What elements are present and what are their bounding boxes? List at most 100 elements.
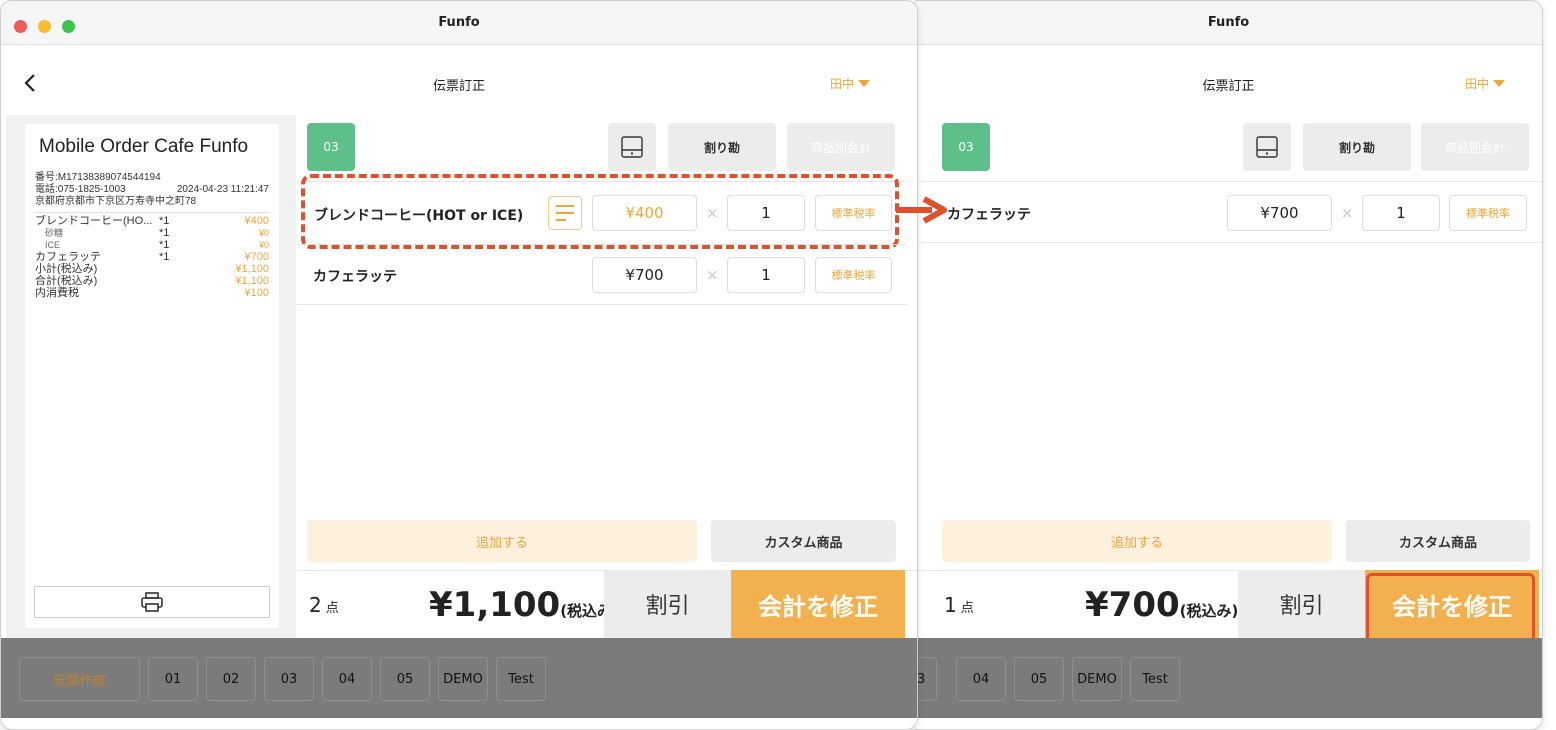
ticket-number-badge: 03 xyxy=(307,123,355,171)
cash-drawer-icon xyxy=(1256,136,1278,158)
printer-icon xyxy=(141,592,163,612)
zoom-window-button[interactable] xyxy=(62,20,75,33)
screen-header: 伝票訂正 田中 xyxy=(915,45,1542,115)
cash-drawer-button[interactable] xyxy=(1243,123,1291,171)
tab-ticket-05[interactable]: 05 xyxy=(1014,657,1064,701)
title-bar: Funfo xyxy=(1,1,917,45)
custom-item-button[interactable]: カスタム商品 xyxy=(1346,520,1530,562)
order-item-quantity[interactable]: 1 xyxy=(1362,195,1440,231)
tax-rate-button[interactable]: 標準税率 xyxy=(1449,195,1527,231)
tab-ticket-04[interactable]: 04 xyxy=(322,657,372,701)
tab-ticket-demo[interactable]: DEMO xyxy=(1072,657,1122,701)
tab-ticket-test[interactable]: Test xyxy=(1130,657,1180,701)
order-item-price[interactable]: ¥700 xyxy=(592,257,697,293)
divider xyxy=(915,181,1542,182)
order-total: ¥1,100(税込み) xyxy=(429,585,619,625)
receipt-option: ICE *1 ¥0 xyxy=(35,239,269,251)
item-checkout-button[interactable]: 商品別会計 xyxy=(1421,123,1529,171)
tab-create-ticket[interactable]: 伝票作成 xyxy=(19,657,140,701)
print-button[interactable] xyxy=(34,586,270,618)
item-checkout-button[interactable]: 商品別会計 xyxy=(787,123,895,171)
tab-ticket-04[interactable]: 04 xyxy=(956,657,1006,701)
receipt-total: 合計(税込み) ¥1,100 xyxy=(35,275,269,287)
cash-drawer-button[interactable] xyxy=(608,123,656,171)
receipt-contact: 電話:075-1825-1003 2024-04-23 11:21:47 xyxy=(35,184,269,196)
receipt-shop-name: Mobile Order Cafe Funfo xyxy=(39,136,249,157)
receipt-item-name: 砂糖 xyxy=(45,228,64,238)
receipt-total-label: 合計(税込み) xyxy=(35,275,98,287)
receipt-address: 京都府京都市下京区万寿寺中之町78 xyxy=(35,196,197,207)
window-bottom xyxy=(915,718,1542,729)
screen-header: 伝票訂正 田中 xyxy=(1,45,917,115)
fix-checkout-button[interactable]: 会計を修正 xyxy=(731,570,905,638)
receipt-order-number: 番号:M17138389074544194 xyxy=(35,172,161,183)
tab-ticket-05[interactable]: 05 xyxy=(380,657,430,701)
receipt-item-qty: *1 xyxy=(159,239,170,251)
staff-selector[interactable]: 田中 xyxy=(830,75,871,92)
ticket-tab-bar: 03 04 05 DEMO Test xyxy=(915,638,1542,718)
title-bar: Funfo xyxy=(915,1,1542,45)
item-count: 2点 xyxy=(309,593,339,617)
split-bill-button[interactable]: 割り勘 xyxy=(1303,123,1411,171)
staff-name: 田中 xyxy=(830,77,855,91)
receipt-subtotal-label: 小計(税込み) xyxy=(35,263,98,275)
tax-included-note: (税込み) xyxy=(1179,602,1239,620)
order-total-value: ¥1,100 xyxy=(429,585,561,625)
receipt-tax: 内消費税 ¥100 xyxy=(35,287,269,299)
discount-button[interactable]: 割引 xyxy=(604,570,731,638)
highlight-box xyxy=(1366,573,1535,643)
tab-ticket-demo[interactable]: DEMO xyxy=(438,657,488,701)
split-bill-button[interactable]: 割り勘 xyxy=(668,123,776,171)
receipt-item: ブレンドコーヒー(HO... *1 ¥400 xyxy=(35,215,269,227)
tab-ticket-03[interactable]: 03 xyxy=(915,657,937,701)
add-item-button[interactable]: 追加する xyxy=(942,520,1332,562)
order-window-after: Funfo 伝票訂正 田中 03 割り勘 商品別会計 カフェラッテ ¥700 ×… xyxy=(915,0,1543,730)
tab-ticket-03[interactable]: 03 xyxy=(264,657,314,701)
receipt-subtotal: 小計(税込み) ¥1,100 xyxy=(35,263,269,275)
ticket-number-badge: 03 xyxy=(942,123,990,171)
add-item-button[interactable]: 追加する xyxy=(307,520,697,562)
receipt-item-price: ¥400 xyxy=(244,215,269,227)
tax-rate-button[interactable]: 標準税率 xyxy=(815,257,892,293)
receipt-item-name: ブレンドコーヒー(HO... xyxy=(35,215,153,227)
receipt-phone: 電話:075-1825-1003 xyxy=(35,184,126,195)
tab-ticket-02[interactable]: 02 xyxy=(206,657,256,701)
divider xyxy=(297,244,907,245)
order-item-name: カフェラッテ xyxy=(947,207,1031,223)
item-count-value: 2 xyxy=(309,593,322,617)
receipt-subtotal-value: ¥1,100 xyxy=(235,263,269,275)
window-bottom xyxy=(1,718,917,729)
tab-ticket-01[interactable]: 01 xyxy=(148,657,198,701)
order-item-quantity[interactable]: 1 xyxy=(727,257,805,293)
tab-ticket-test[interactable]: Test xyxy=(496,657,546,701)
receipt-option: 砂糖 *1 ¥0 xyxy=(35,227,269,239)
receipt-item-qty: *1 xyxy=(159,227,170,239)
highlight-box xyxy=(301,174,899,249)
divider xyxy=(915,242,1542,243)
receipt-tax-value: ¥100 xyxy=(244,287,269,299)
custom-item-button[interactable]: カスタム商品 xyxy=(711,520,896,562)
minimize-window-button[interactable] xyxy=(38,20,51,33)
close-window-button[interactable] xyxy=(14,20,27,33)
receipt-divider xyxy=(35,212,269,213)
ticket-tab-bar: 伝票作成 01 02 03 04 05 DEMO Test xyxy=(1,638,917,718)
receipt-item-price: ¥0 xyxy=(258,228,269,238)
receipt-item-price: ¥0 xyxy=(258,240,269,250)
order-item-price[interactable]: ¥700 xyxy=(1227,195,1332,231)
discount-button[interactable]: 割引 xyxy=(1238,570,1365,638)
staff-selector[interactable]: 田中 xyxy=(1465,75,1506,92)
times-icon: × xyxy=(1341,204,1354,222)
receipt-panel: Mobile Order Cafe Funfo 番号:M171383890745… xyxy=(6,115,296,638)
arrow-right-icon xyxy=(896,196,947,224)
receipt-item-qty: *1 xyxy=(159,251,170,263)
item-count-unit: 点 xyxy=(325,601,339,616)
order-total: ¥700(税込み) xyxy=(1085,585,1238,625)
order-total-value: ¥700 xyxy=(1085,585,1180,625)
receipt-item-name: ICE xyxy=(45,240,61,250)
item-count: 1点 xyxy=(944,593,974,617)
receipt-tax-label: 内消費税 xyxy=(35,287,79,299)
divider xyxy=(297,304,907,305)
times-icon: × xyxy=(706,266,719,284)
receipt-preview: Mobile Order Cafe Funfo 番号:M171383890745… xyxy=(25,124,279,628)
receipt-total-value: ¥1,100 xyxy=(235,275,269,287)
